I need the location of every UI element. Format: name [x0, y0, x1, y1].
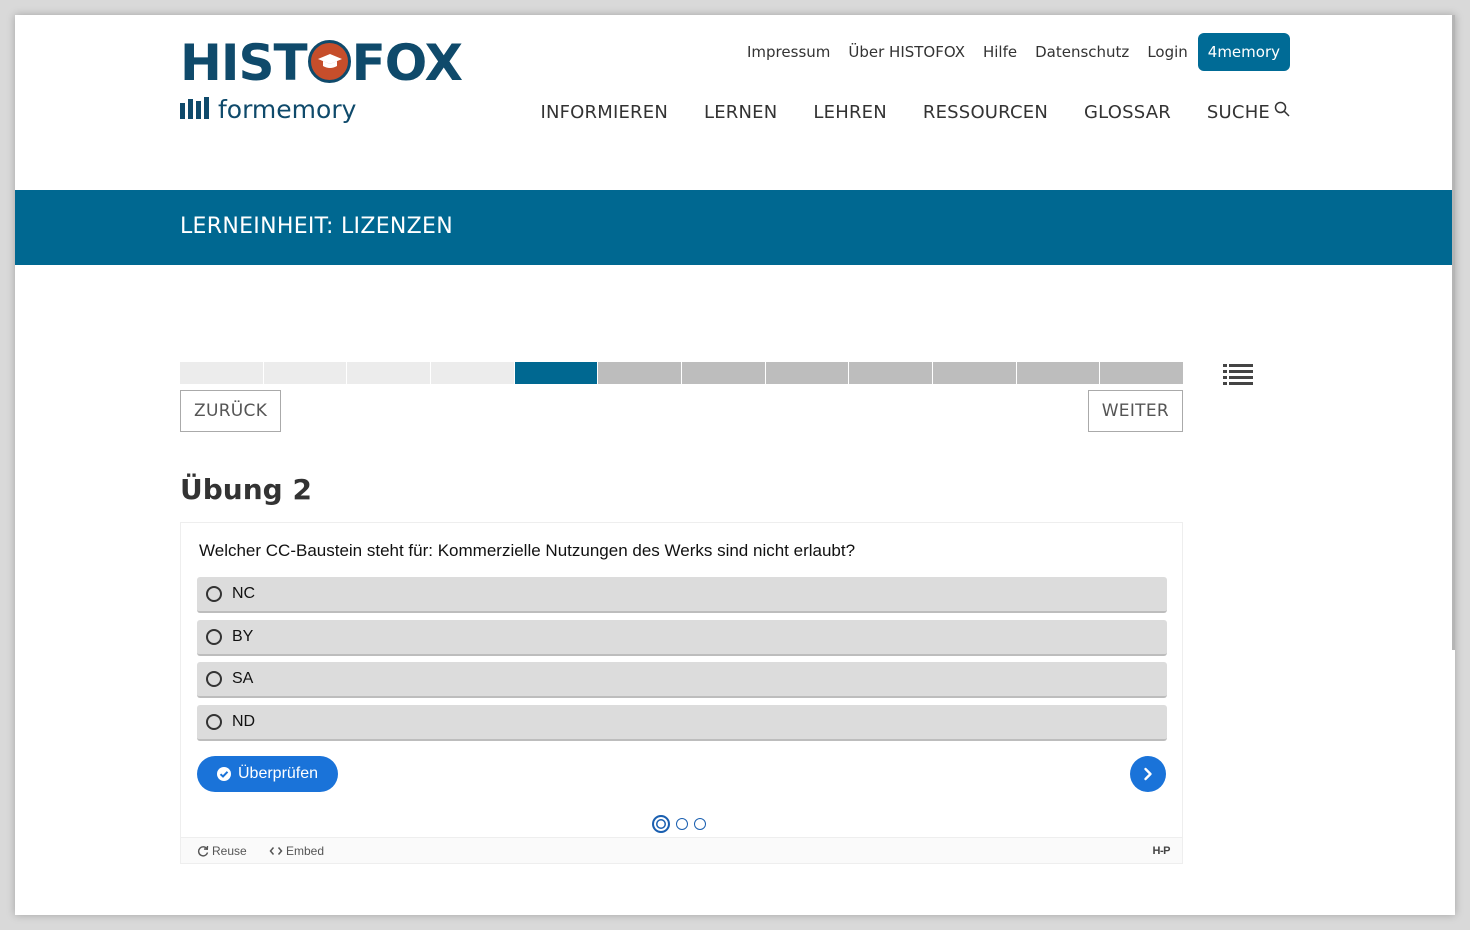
- browser-window: HIST FOX formemory Impressum Über HISTOFO…: [15, 15, 1455, 915]
- nav-ueber[interactable]: Über HISTOFOX: [839, 33, 974, 71]
- progress-step[interactable]: [431, 362, 514, 384]
- nav-datenschutz[interactable]: Datenschutz: [1026, 33, 1138, 71]
- logo-text-right: FOX: [351, 34, 463, 92]
- nav-suche[interactable]: SUCHE: [1207, 101, 1290, 123]
- progress-step[interactable]: [849, 362, 933, 384]
- answer-option[interactable]: BY: [197, 619, 1167, 656]
- logo-text-left: HIST: [180, 34, 308, 92]
- embed-icon: [269, 847, 283, 855]
- progress-step[interactable]: [347, 362, 431, 384]
- main-navigation: INFORMIEREN LERNEN LEHREN RESSOURCEN GLO…: [504, 101, 1290, 123]
- answer-list: NC BY SA ND: [197, 577, 1167, 748]
- progress-step[interactable]: [765, 362, 849, 384]
- nav-glossar[interactable]: GLOSSAR: [1084, 102, 1171, 123]
- answer-label: BY: [232, 627, 254, 645]
- h5p-quiz: Welcher CC-Baustein steht für: Kommerzie…: [180, 522, 1183, 864]
- nav-ressourcen[interactable]: RESSOURCEN: [923, 102, 1048, 123]
- answer-label: NC: [232, 585, 256, 602]
- answer-label: ND: [232, 713, 256, 731]
- question-text: Welcher CC-Baustein steht für: Kommerzie…: [199, 541, 856, 560]
- check-button[interactable]: Überprüfen: [197, 756, 339, 792]
- exercise-title: Übung 2: [180, 473, 312, 506]
- graduation-cap-icon: [307, 40, 351, 83]
- histofox-logo[interactable]: HIST FOX formemory: [180, 37, 463, 127]
- check-circle-icon: [217, 767, 231, 781]
- bars-icon: [180, 97, 209, 119]
- 4memory-button[interactable]: 4memory: [1197, 33, 1290, 71]
- nav-lernen[interactable]: LERNEN: [704, 102, 777, 123]
- search-icon: [1274, 101, 1290, 117]
- radio-icon[interactable]: [206, 628, 222, 645]
- progress-step[interactable]: [1100, 362, 1184, 384]
- reuse-link[interactable]: Reuse: [197, 844, 247, 858]
- page-dot[interactable]: [652, 815, 670, 833]
- next-button[interactable]: WEITER: [1087, 390, 1183, 432]
- nav-hilfe[interactable]: Hilfe: [974, 33, 1026, 71]
- list-icon[interactable]: [1223, 362, 1253, 386]
- page-dot[interactable]: [694, 818, 706, 830]
- lesson-progress-bar: [180, 362, 1184, 384]
- next-question-button[interactable]: [1130, 756, 1166, 792]
- page-indicator: [652, 815, 706, 833]
- nav-suche-label: SUCHE: [1206, 102, 1270, 123]
- reuse-icon: [197, 845, 209, 857]
- page-dot[interactable]: [676, 818, 688, 830]
- progress-step[interactable]: [933, 362, 1016, 384]
- back-button[interactable]: ZURÜCK: [180, 390, 282, 432]
- page-title: LERNEINHEIT: LIZENZEN: [180, 214, 454, 239]
- h5p-footer: Reuse Embed H-P: [181, 837, 1182, 863]
- logo-subtitle: formemory: [180, 95, 356, 125]
- radio-icon[interactable]: [206, 671, 222, 688]
- h5p-logo[interactable]: H-P: [1153, 845, 1171, 857]
- page-banner: LERNEINHEIT: LIZENZEN: [15, 190, 1455, 265]
- scrollbar[interactable]: [1452, 15, 1455, 650]
- nav-impressum[interactable]: Impressum: [738, 33, 839, 71]
- radio-icon[interactable]: [206, 714, 222, 731]
- progress-step[interactable]: [514, 362, 598, 384]
- embed-link[interactable]: Embed: [269, 844, 324, 858]
- logo-wordmark: HIST FOX: [180, 34, 463, 92]
- nav-informieren[interactable]: INFORMIEREN: [540, 102, 668, 123]
- logo-subtitle-text: formemory: [218, 95, 357, 124]
- nav-lehren[interactable]: LEHREN: [813, 102, 886, 123]
- progress-step[interactable]: [598, 362, 682, 384]
- embed-label: Embed: [286, 844, 325, 858]
- nav-login[interactable]: Login: [1138, 33, 1196, 71]
- chevron-right-icon: [1144, 767, 1152, 781]
- radio-icon[interactable]: [206, 586, 222, 602]
- progress-step[interactable]: [263, 362, 347, 384]
- answer-option[interactable]: ND: [197, 705, 1167, 742]
- progress-step[interactable]: [682, 362, 765, 384]
- progress-step[interactable]: [180, 362, 263, 384]
- answer-option[interactable]: SA: [197, 662, 1167, 699]
- answer-option[interactable]: NC: [197, 577, 1167, 613]
- answer-label: SA: [232, 670, 254, 688]
- top-navigation: Impressum Über HISTOFOX Hilfe Datenschut…: [738, 33, 1290, 71]
- progress-step[interactable]: [1016, 362, 1100, 384]
- reuse-label: Reuse: [212, 844, 247, 858]
- check-button-label: Überprüfen: [238, 765, 319, 782]
